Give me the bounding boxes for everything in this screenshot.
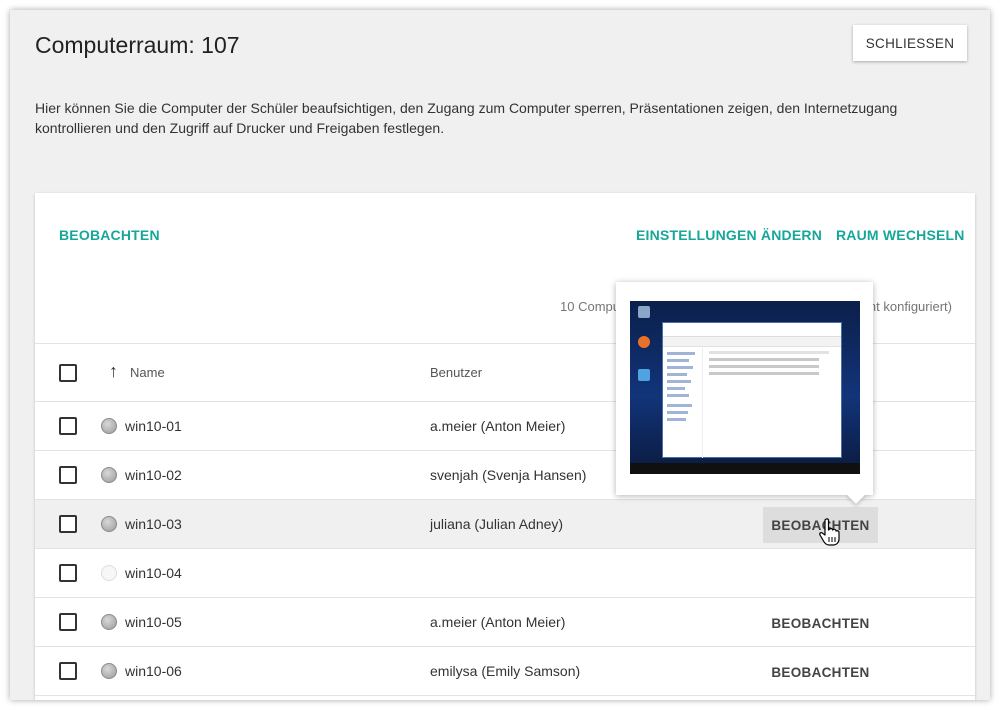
computer-count-suffix: nt konfiguriert) [868,299,952,314]
computer-name: win10-01 [125,418,182,434]
row-checkbox[interactable] [59,662,77,680]
hand-cursor-icon [819,518,840,546]
page-title: Computerraum: 107 [35,32,240,58]
table-row[interactable]: win10-04 [35,548,975,597]
table-row[interactable]: win10-06 emilysa (Emily Samson) BEOBACHT… [35,646,975,695]
screen-thumbnail [630,301,860,474]
computer-name: win10-02 [125,467,182,483]
computer-name: win10-04 [125,565,182,581]
taskbar [630,463,860,474]
change-settings-action[interactable]: EINSTELLUNGEN ÄNDERN [636,227,822,243]
computer-name: win10-06 [125,663,182,679]
recycle-bin-icon [638,306,650,318]
status-dot-icon [101,418,117,434]
row-checkbox[interactable] [59,613,77,631]
desktop-app-icon [638,369,650,381]
status-dot-icon [101,467,117,483]
observe-button[interactable]: BEOBACHTEN [763,654,878,690]
computer-user: a.meier (Anton Meier) [430,418,566,434]
screen-preview-popup [616,282,873,504]
observe-button[interactable]: BEOBACHTEN [763,605,878,641]
switch-room-action[interactable]: RAUM WECHSELN [836,227,965,243]
select-all-checkbox[interactable] [59,364,77,382]
row-checkbox[interactable] [59,564,77,582]
status-dot-offline-icon [101,565,117,581]
column-header-user[interactable]: Benutzer [430,365,482,380]
row-checkbox[interactable] [59,417,77,435]
computer-user: svenjah (Svenja Hansen) [430,467,587,483]
status-dot-icon [101,663,117,679]
computer-count-text: 10 Compu [560,299,620,314]
computer-name: win10-03 [125,516,182,532]
explorer-window [662,322,842,458]
table-row [35,695,975,700]
page-description: Hier können Sie die Computer der Schüler… [35,100,898,136]
arrow-up-icon[interactable]: ↑ [109,361,118,382]
computer-user: emilysa (Emily Samson) [430,663,581,679]
firefox-icon [638,336,650,348]
row-checkbox[interactable] [59,515,77,533]
close-button[interactable]: SCHLIESSEN [853,25,967,61]
computer-name: win10-05 [125,614,182,630]
status-dot-icon [101,516,117,532]
table-row[interactable]: win10-05 a.meier (Anton Meier) BEOBACHTE… [35,597,975,646]
row-checkbox[interactable] [59,466,77,484]
status-dot-icon [101,614,117,630]
column-header-name[interactable]: Name [130,365,165,380]
computer-user: a.meier (Anton Meier) [430,614,566,630]
observe-action[interactable]: BEOBACHTEN [59,227,160,243]
computer-user: juliana (Julian Adney) [430,516,564,532]
